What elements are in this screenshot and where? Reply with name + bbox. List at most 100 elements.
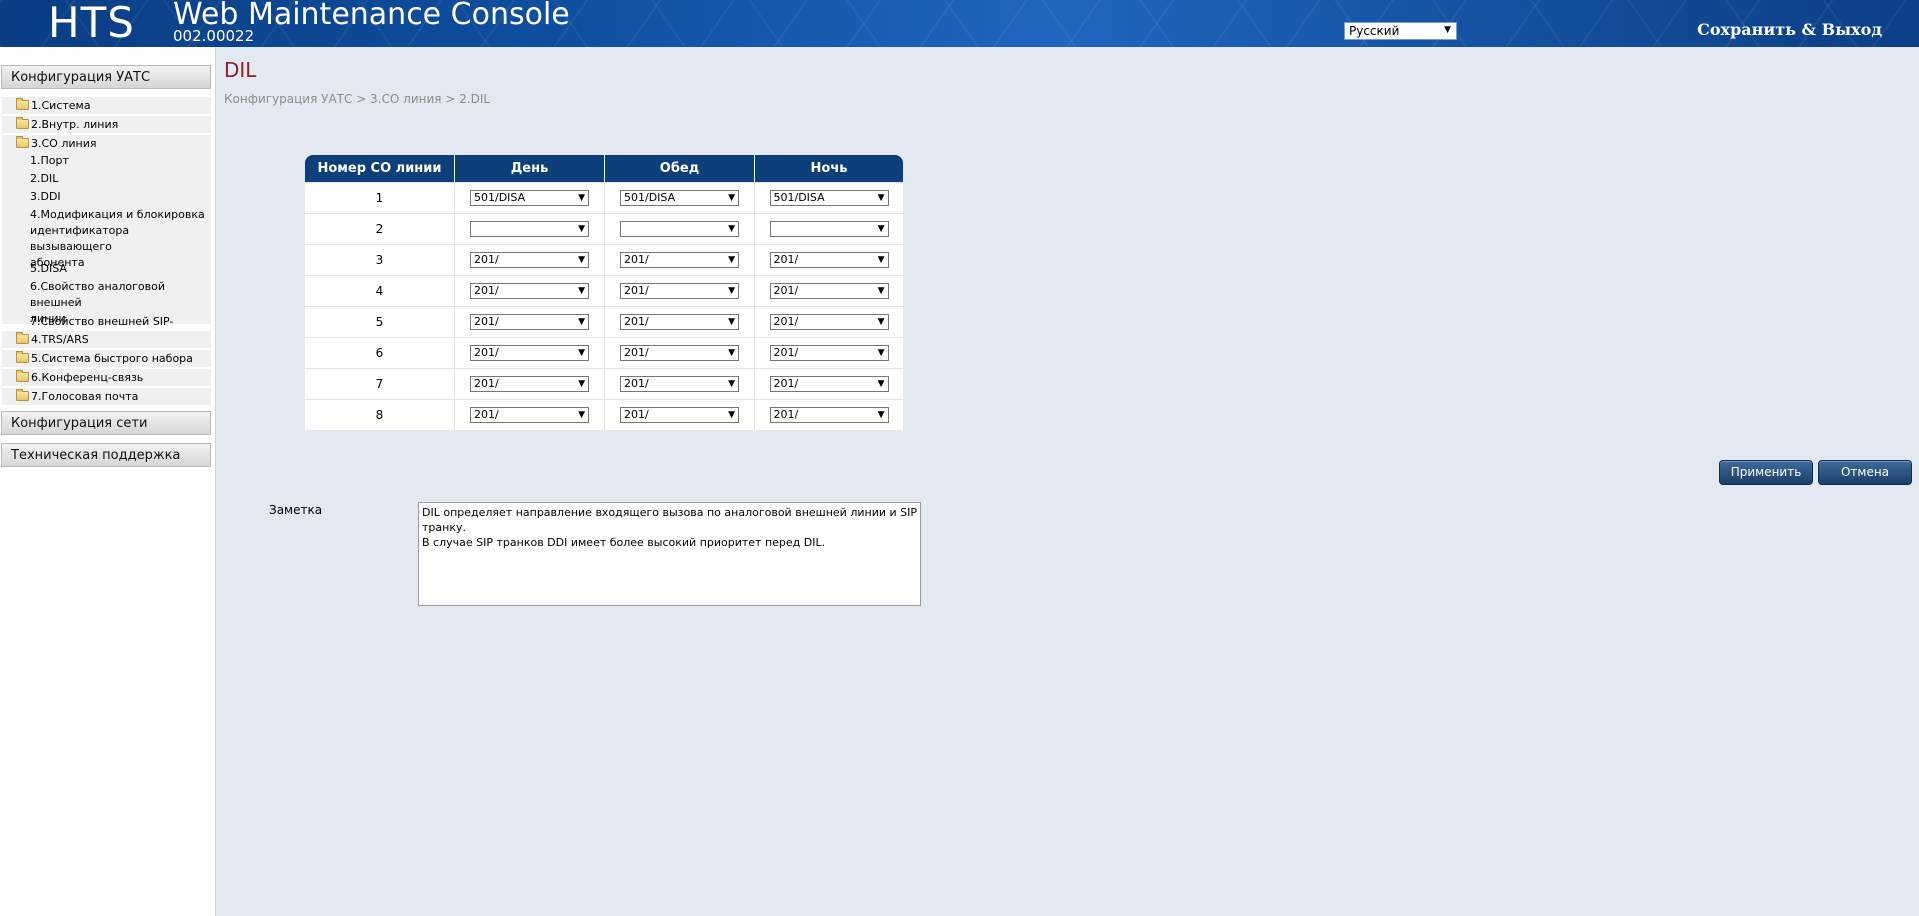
submenu-item-port[interactable]: 1.Порт: [30, 153, 205, 169]
select-value: 201/: [773, 346, 799, 359]
language-value: Русский: [1349, 24, 1400, 38]
night-destination-select[interactable]: 201/ ▼: [769, 252, 889, 268]
co-line-number: 3: [305, 244, 454, 275]
breadcrumb: Конфигурация УАТС > 3.CO линия > 2.DIL: [224, 92, 491, 106]
select-value: 501/DISA: [474, 191, 526, 204]
select-value: 201/: [474, 284, 499, 297]
sidebar-section-pbx-config[interactable]: Конфигурация УАТС: [1, 65, 211, 89]
select-value: 201/: [624, 315, 649, 328]
day-destination-select[interactable]: 501/DISA ▼: [470, 190, 589, 206]
sidebar-item-speed-dial[interactable]: 5.Система быстрого набора: [2, 350, 211, 367]
table-row: 7 201/ ▼ 201/ ▼ 201/ ▼: [305, 368, 903, 399]
folder-icon: [16, 117, 29, 129]
dropdown-arrow-icon: ▼: [877, 286, 885, 296]
sidebar-item-conference[interactable]: 6.Конференц-связь: [2, 369, 211, 386]
day-destination-select[interactable]: 201/ ▼: [470, 407, 589, 423]
dropdown-arrow-icon: ▼: [877, 379, 885, 389]
day-destination-select[interactable]: 201/ ▼: [470, 252, 589, 268]
dropdown-arrow-icon: ▼: [578, 410, 585, 420]
select-value: 201/: [624, 284, 649, 297]
dropdown-arrow-icon: ▼: [728, 224, 735, 234]
cancel-button[interactable]: Отмена: [1818, 460, 1912, 485]
save-exit-link[interactable]: Сохранить & Выход: [1697, 20, 1882, 39]
day-destination-select[interactable]: 201/ ▼: [470, 283, 589, 299]
day-destination-select[interactable]: 201/ ▼: [470, 376, 589, 392]
version-label: 002.00022: [173, 27, 255, 45]
lunch-destination-select[interactable]: 201/ ▼: [620, 407, 739, 423]
dropdown-arrow-icon: ▼: [578, 379, 585, 389]
sidebar-section-network-config[interactable]: Конфигурация сети: [1, 411, 211, 435]
select-value: 201/: [624, 346, 649, 359]
dropdown-arrow-icon: ▼: [578, 348, 585, 358]
day-destination-select[interactable]: 201/ ▼: [470, 345, 589, 361]
dropdown-arrow-icon: ▼: [877, 255, 885, 265]
night-destination-select[interactable]: 201/ ▼: [769, 345, 889, 361]
folder-icon: [16, 98, 29, 110]
lunch-destination-select[interactable]: 201/ ▼: [620, 252, 739, 268]
night-destination-select[interactable]: ▼: [769, 221, 889, 237]
select-value: 501/DISA: [624, 191, 676, 204]
lunch-destination-select[interactable]: 201/ ▼: [620, 345, 739, 361]
co-line-number: 5: [305, 306, 454, 337]
dropdown-arrow-icon: ▼: [578, 286, 585, 296]
folder-open-icon: [16, 136, 29, 148]
night-destination-select[interactable]: 501/DISA ▼: [769, 190, 889, 206]
night-destination-select[interactable]: 201/ ▼: [769, 376, 889, 392]
select-value: 201/: [474, 377, 499, 390]
select-value: 201/: [624, 253, 649, 266]
table-header-row: Номер CO линии День Обед Ночь: [305, 155, 903, 182]
dropdown-arrow-icon: ▼: [728, 193, 735, 203]
sidebar-item-label: 4.TRS/ARS: [31, 333, 89, 346]
lunch-destination-select[interactable]: 201/ ▼: [620, 283, 739, 299]
night-destination-select[interactable]: 201/ ▼: [769, 314, 889, 330]
lunch-destination-select[interactable]: ▼: [620, 221, 739, 237]
sidebar-item-voicemail[interactable]: 7.Голосовая почта: [2, 388, 211, 405]
dropdown-arrow-icon: ▼: [728, 255, 735, 265]
sidebar-item-co-line[interactable]: 3.CO линия: [2, 135, 211, 152]
sidebar-item-trs-ars[interactable]: 4.TRS/ARS: [2, 331, 211, 348]
co-line-number: 2: [305, 213, 454, 244]
dropdown-arrow-icon: ▼: [728, 348, 735, 358]
sidebar-section-tech-support[interactable]: Техническая поддержка: [1, 443, 211, 467]
dropdown-arrow-icon: ▼: [728, 410, 735, 420]
table-row: 8 201/ ▼ 201/ ▼ 201/ ▼: [305, 399, 903, 430]
lunch-destination-select[interactable]: 201/ ▼: [620, 314, 739, 330]
select-value: 201/: [624, 408, 649, 421]
note-textarea[interactable]: DIL определяет направление входящего выз…: [418, 502, 921, 606]
sidebar: Конфигурация УАТС 1.Система 2.Внутр. лин…: [0, 47, 216, 916]
dropdown-arrow-icon: ▼: [728, 317, 735, 327]
sidebar-item-extension[interactable]: 2.Внутр. линия: [2, 116, 211, 133]
select-value: 201/: [773, 377, 799, 390]
dropdown-arrow-icon: ▼: [877, 348, 885, 358]
dropdown-arrow-icon: ▼: [728, 379, 735, 389]
lunch-destination-select[interactable]: 201/ ▼: [620, 376, 739, 392]
dropdown-arrow-icon: ▼: [578, 255, 585, 265]
column-header-day: День: [454, 155, 604, 182]
submenu-item-dil[interactable]: 2.DIL: [30, 171, 205, 187]
night-destination-select[interactable]: 201/ ▼: [769, 283, 889, 299]
language-select[interactable]: Русский ▼: [1344, 22, 1457, 40]
select-value: 201/: [773, 253, 799, 266]
table-row: 6 201/ ▼ 201/ ▼ 201/ ▼: [305, 337, 903, 368]
co-line-number: 6: [305, 337, 454, 368]
day-destination-select[interactable]: 201/ ▼: [470, 314, 589, 330]
dropdown-arrow-icon: ▼: [877, 410, 885, 420]
apply-button[interactable]: Применить: [1719, 460, 1813, 485]
note-label: Заметка: [269, 503, 323, 517]
lunch-destination-select[interactable]: 501/DISA ▼: [620, 190, 739, 206]
sidebar-item-system[interactable]: 1.Система: [2, 97, 211, 114]
dropdown-arrow-icon: ▼: [728, 286, 735, 296]
submenu-item-ddi[interactable]: 3.DDI: [30, 189, 205, 205]
co-line-number: 4: [305, 275, 454, 306]
select-value: 501/DISA: [773, 191, 825, 204]
submenu-item-disa[interactable]: 5.DISA: [30, 261, 205, 277]
column-header-co-line: Номер CO линии: [305, 155, 454, 182]
day-destination-select[interactable]: ▼: [470, 221, 589, 237]
night-destination-select[interactable]: 201/ ▼: [769, 407, 889, 423]
dropdown-arrow-icon: ▼: [1444, 25, 1451, 35]
co-line-number: 8: [305, 399, 454, 430]
page-title: DIL: [224, 58, 257, 82]
folder-icon: [16, 389, 29, 401]
sidebar-item-label: 3.CO линия: [31, 137, 97, 150]
logo: HTS: [48, 0, 135, 47]
